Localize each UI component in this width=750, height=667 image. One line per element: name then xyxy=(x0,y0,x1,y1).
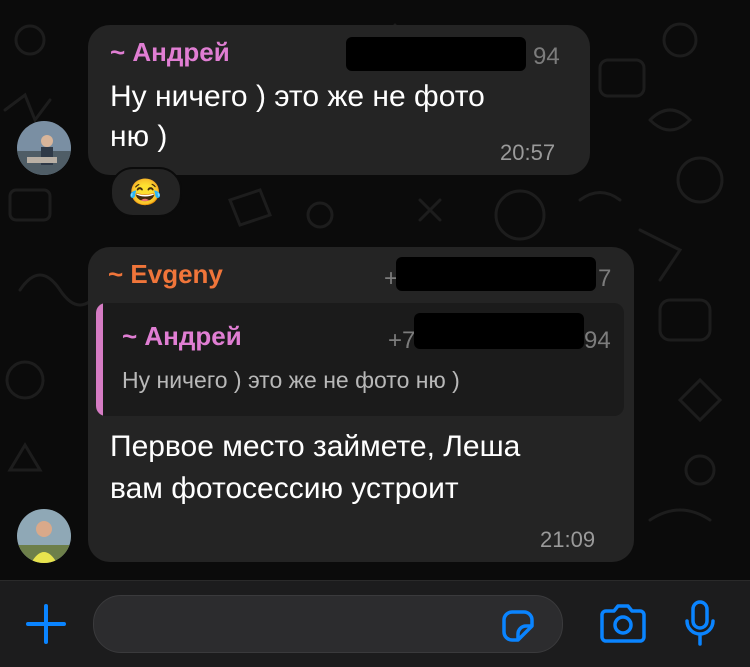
message-time: 20:57 xyxy=(500,140,556,165)
reaction-badge[interactable]: 😂 xyxy=(110,167,182,217)
avatar-photo-icon xyxy=(17,121,71,175)
quoted-sender: ~ Андрей xyxy=(122,321,242,351)
plus-icon[interactable] xyxy=(24,602,68,646)
message-text-line-2: ню ) xyxy=(110,120,168,153)
redacted-phone xyxy=(396,257,596,291)
avatar-photo-icon xyxy=(17,509,71,563)
message-text-line-1: Первое место займете, Леша xyxy=(110,430,521,463)
camera-icon[interactable] xyxy=(598,603,648,643)
sender-phone-suffix: 7 xyxy=(598,265,612,292)
reaction-emoji: 😂 xyxy=(129,177,162,207)
quoted-phone-suffix: 94 xyxy=(584,327,611,354)
quoted-reply[interactable]: ~ Андрей +7 94 Ну ничего ) это же не фот… xyxy=(96,303,624,416)
message-time: 21:09 xyxy=(540,527,596,552)
message-text-line-1: Ну ничего ) это же не фото xyxy=(110,80,485,113)
composer-bar xyxy=(0,580,750,667)
quoted-text: Ну ничего ) это же не фото ню ) xyxy=(122,367,460,393)
sender-avatar-evgeny[interactable] xyxy=(17,509,71,563)
quoted-phone-prefix: +7 xyxy=(388,327,416,354)
redacted-phone xyxy=(346,37,526,71)
sender-phone: 94 xyxy=(533,43,560,70)
message-bubble-andrey[interactable]: ~ Андрей 94 Ну ничего ) это же не фото н… xyxy=(88,25,590,175)
redacted-phone xyxy=(414,313,584,349)
sticker-icon[interactable] xyxy=(498,606,536,644)
message-input[interactable] xyxy=(93,595,563,653)
sender-avatar-andrey[interactable] xyxy=(17,121,71,175)
message-sender[interactable]: ~ Evgeny xyxy=(108,259,223,290)
microphone-icon[interactable] xyxy=(682,599,718,649)
message-text-line-2: вам фотосессию устроит xyxy=(110,472,459,505)
message-sender[interactable]: ~ Андрей xyxy=(110,37,230,68)
quote-accent-bar xyxy=(96,303,103,416)
